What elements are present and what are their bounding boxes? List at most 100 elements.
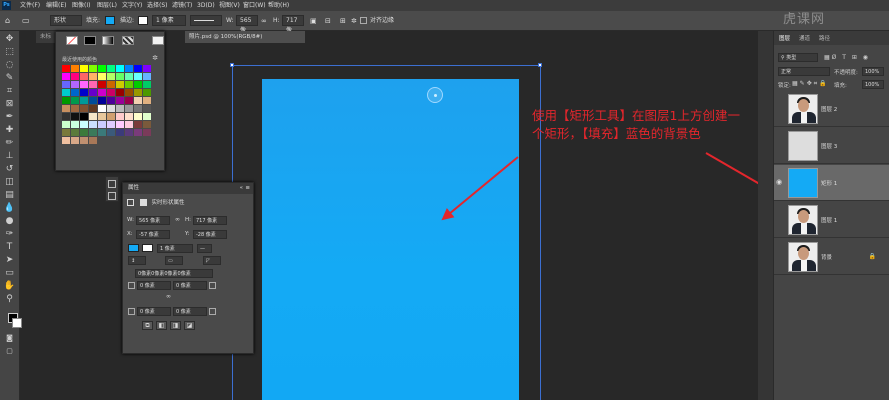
color-swatch[interactable]: [71, 113, 79, 120]
layer-name[interactable]: 图层 1: [821, 216, 837, 224]
color-swatch[interactable]: [134, 105, 142, 112]
color-swatch[interactable]: [116, 105, 124, 112]
color-swatch[interactable]: [62, 105, 70, 112]
gradient-swatch-icon[interactable]: [102, 36, 114, 45]
color-swatch[interactable]: [134, 89, 142, 96]
color-swatch[interactable]: [98, 81, 106, 88]
color-swatch[interactable]: [80, 121, 88, 128]
new-swatch-icon[interactable]: [152, 36, 164, 45]
marquee-tool-icon[interactable]: ⬚: [3, 47, 16, 58]
color-swatch[interactable]: [116, 97, 124, 104]
adjustments-panel-icon[interactable]: [108, 192, 116, 200]
stroke-type-select[interactable]: [190, 15, 222, 26]
color-swatch[interactable]: [89, 121, 97, 128]
stroke-join-select[interactable]: ◸: [203, 256, 221, 265]
color-swatch[interactable]: [71, 65, 79, 72]
color-swatch[interactable]: [125, 65, 133, 72]
color-swatch[interactable]: [143, 121, 151, 128]
color-swatch[interactable]: [107, 105, 115, 112]
path-subtract-button[interactable]: ◧: [156, 321, 167, 330]
lock-icons[interactable]: ▦✎✥⌗🔒: [792, 80, 829, 88]
width-field[interactable]: 565 像: [236, 15, 258, 34]
quick-mask-icon[interactable]: ◙: [3, 333, 16, 344]
photoshop-logo-icon[interactable]: Ps: [2, 1, 11, 10]
color-swatch[interactable]: [125, 73, 133, 80]
color-swatch[interactable]: [125, 113, 133, 120]
color-swatch[interactable]: [107, 113, 115, 120]
color-swatch[interactable]: [80, 89, 88, 96]
panel-menu-icon[interactable]: ≡: [245, 185, 250, 191]
color-swatch[interactable]: [134, 65, 142, 72]
color-swatch[interactable]: [62, 129, 70, 136]
color-swatch[interactable]: [71, 89, 79, 96]
color-swatch[interactable]: [89, 129, 97, 136]
link-icon[interactable]: ∞: [261, 16, 267, 26]
menu-view[interactable]: 视图(V): [219, 0, 240, 11]
hand-tool-icon[interactable]: ✋: [3, 281, 16, 292]
stroke-cap-select[interactable]: ▭: [165, 256, 183, 265]
menu-layer[interactable]: 图层(L): [97, 0, 117, 11]
crop-tool-icon[interactable]: ⌗: [3, 86, 16, 97]
visibility-toggle[interactable]: [776, 252, 784, 260]
align-edges-checkbox[interactable]: [360, 17, 367, 24]
home-icon[interactable]: ⌂: [5, 16, 10, 26]
visibility-toggle[interactable]: [776, 215, 784, 223]
color-swatch[interactable]: [62, 89, 70, 96]
fill-color-swatch[interactable]: [128, 244, 139, 252]
lasso-tool-icon[interactable]: ◌: [3, 60, 16, 71]
color-swatch[interactable]: [80, 129, 88, 136]
collapse-icon[interactable]: «: [240, 185, 243, 191]
path-exclude-button[interactable]: ◪: [184, 321, 195, 330]
layer-name[interactable]: 图层 3: [821, 142, 837, 150]
color-swatch[interactable]: [107, 129, 115, 136]
rectangle-tool-icon[interactable]: ▭: [22, 16, 30, 26]
menu-type[interactable]: 文字(Y): [122, 0, 142, 11]
path-operations-icon[interactable]: ▣: [310, 16, 317, 26]
color-swatch[interactable]: [143, 73, 151, 80]
color-swatch[interactable]: [62, 113, 70, 120]
menu-window[interactable]: 窗口(W): [243, 0, 266, 11]
h-field[interactable]: 717 像素: [193, 216, 227, 225]
y-field[interactable]: -28 像素: [193, 230, 227, 239]
shape-mode-select[interactable]: 形状: [50, 15, 82, 26]
document-tab-untitled[interactable]: 未标: [36, 31, 56, 43]
color-swatch[interactable]: [89, 89, 97, 96]
type-tool-icon[interactable]: T: [3, 242, 16, 253]
background-color-swatch[interactable]: [12, 318, 22, 328]
stroke-color-swatch[interactable]: [138, 16, 148, 25]
gradient-tool-icon[interactable]: ▤: [3, 190, 16, 201]
color-swatch[interactable]: [116, 65, 124, 72]
quick-select-tool-icon[interactable]: ✎: [3, 73, 16, 84]
color-swatch[interactable]: [107, 97, 115, 104]
color-swatch[interactable]: [134, 73, 142, 80]
w-field[interactable]: 565 像素: [136, 216, 170, 225]
properties-panel-icon[interactable]: [108, 180, 116, 188]
color-swatch[interactable]: [134, 129, 142, 136]
tab-channels[interactable]: 通道: [799, 34, 810, 42]
layer-row-2[interactable]: 图层 2: [774, 91, 889, 127]
color-swatch[interactable]: [98, 73, 106, 80]
menu-help[interactable]: 帮助(H): [268, 0, 289, 11]
color-swatch[interactable]: [89, 105, 97, 112]
color-swatch[interactable]: [62, 121, 70, 128]
color-swatch[interactable]: [89, 65, 97, 72]
path-arrangement-icon[interactable]: ⊞: [340, 16, 346, 26]
color-swatch[interactable]: [143, 129, 151, 136]
color-swatch[interactable]: [134, 97, 142, 104]
corner-radius-all-field[interactable]: 0像素0像素0像素0像素: [135, 269, 213, 278]
menu-select[interactable]: 选择(S): [147, 0, 168, 11]
pattern-swatch-icon[interactable]: [122, 36, 134, 45]
color-swatch[interactable]: [98, 113, 106, 120]
layer-name[interactable]: 图层 2: [821, 105, 837, 113]
stroke-align-select[interactable]: ↕: [128, 256, 146, 265]
color-swatch[interactable]: [98, 89, 106, 96]
stroke-color-swatch[interactable]: [142, 244, 153, 252]
color-swatch[interactable]: [62, 81, 70, 88]
color-swatch[interactable]: [98, 129, 106, 136]
eraser-tool-icon[interactable]: ◫: [3, 177, 16, 188]
color-swatch[interactable]: [80, 65, 88, 72]
color-swatch[interactable]: [62, 65, 70, 72]
color-swatch[interactable]: [125, 121, 133, 128]
menu-edit[interactable]: 编辑(E): [46, 0, 66, 11]
color-swatch[interactable]: [134, 81, 142, 88]
